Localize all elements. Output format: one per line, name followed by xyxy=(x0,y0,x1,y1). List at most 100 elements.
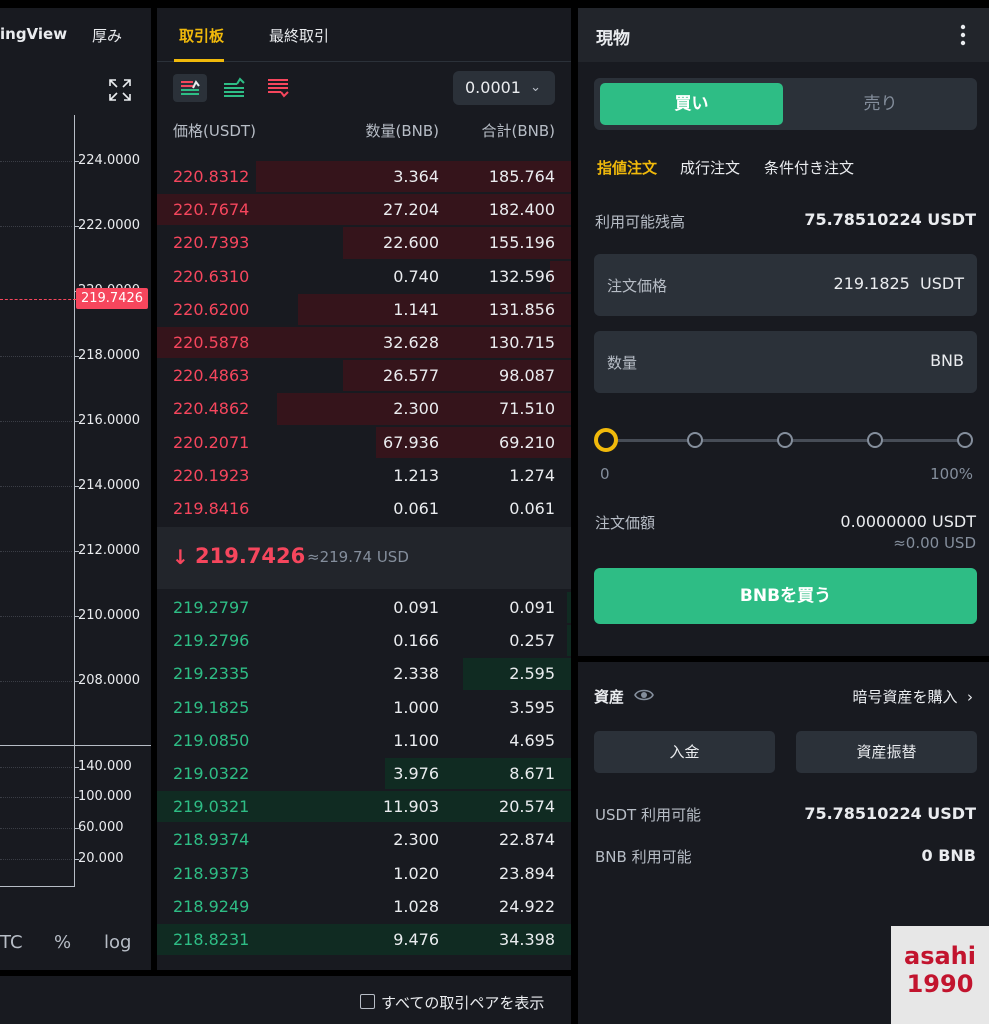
bid-qty: 9.476 xyxy=(393,929,439,949)
buy-bnb-button[interactable]: BNBを買う xyxy=(594,568,977,624)
scale-option-currency[interactable]: TC xyxy=(0,932,23,953)
bid-row[interactable]: 219.0850 1.100 4.695 xyxy=(157,724,571,757)
bid-row[interactable]: 219.1825 1.000 3.595 xyxy=(157,691,571,724)
ask-row[interactable]: 220.7393 22.600 155.196 xyxy=(157,226,571,259)
amount-field[interactable]: 数量 BNB xyxy=(594,331,977,393)
volume-tick: 140.000 xyxy=(78,759,132,774)
bid-row[interactable]: 219.2796 0.166 0.257 xyxy=(157,624,571,657)
order-type-conditional[interactable]: 条件付き注文 xyxy=(764,157,854,178)
bid-row[interactable]: 218.9374 2.300 22.874 xyxy=(157,823,571,856)
ask-row[interactable]: 220.6310 0.740 132.596 xyxy=(157,260,571,293)
bid-price: 218.9374 xyxy=(173,830,250,850)
ask-qty: 1.213 xyxy=(393,465,439,485)
sell-tab[interactable]: 売り xyxy=(789,83,972,125)
spot-trade-panel: 現物 買い 売り 指値注文 成行注文 条件付き注文 利用可能残高 75.7851… xyxy=(578,8,989,656)
bid-qty: 1.000 xyxy=(393,697,439,717)
bid-total: 8.671 xyxy=(509,763,555,783)
bid-total: 2.595 xyxy=(509,664,555,684)
view-bids-button[interactable] xyxy=(217,74,251,102)
ask-row[interactable]: 220.6200 1.141 131.856 xyxy=(157,293,571,326)
scale-option-percent[interactable]: % xyxy=(54,932,71,953)
bid-qty: 2.300 xyxy=(393,830,439,850)
ask-total: 131.856 xyxy=(488,299,555,319)
bnb-available-value: 0 BNB xyxy=(921,846,976,865)
ask-row[interactable]: 220.8312 3.364 185.764 xyxy=(157,160,571,193)
tab-last-trades[interactable]: 最終取引 xyxy=(269,25,329,46)
bid-qty: 1.020 xyxy=(393,863,439,883)
order-type-limit[interactable]: 指値注文 xyxy=(597,157,657,178)
orderbook-tabs: 取引板 最終取引 xyxy=(157,8,571,62)
bid-total: 23.894 xyxy=(499,863,555,883)
chevron-down-icon: ⌄ xyxy=(530,80,541,95)
usdt-available-label: USDT 利用可能 xyxy=(595,806,701,824)
bid-total: 22.874 xyxy=(499,830,555,850)
price-tick: 218.0000 xyxy=(78,348,141,363)
slider-step-50[interactable] xyxy=(777,432,793,448)
deposit-button[interactable]: 入金 xyxy=(594,731,775,773)
bid-qty: 0.091 xyxy=(393,598,439,617)
bid-rows: 219.2797 0.091 0.091 219.2796 0.166 0.257 219.… xyxy=(157,591,571,956)
slider-step-100[interactable] xyxy=(957,432,973,448)
view-asks-button[interactable] xyxy=(261,74,295,102)
bid-row[interactable]: 218.8231 9.476 34.398 xyxy=(157,923,571,956)
slider-knob[interactable] xyxy=(594,428,618,452)
view-both-button[interactable] xyxy=(173,74,207,102)
bid-row[interactable]: 219.0322 3.976 8.671 xyxy=(157,757,571,790)
price-axis-line xyxy=(74,115,75,887)
tab-tradingview[interactable]: ingView xyxy=(0,25,67,43)
available-balance-value: 75.78510224 USDT xyxy=(804,210,976,229)
grid-line xyxy=(0,551,72,552)
ask-qty: 3.364 xyxy=(393,167,439,186)
bid-qty: 11.903 xyxy=(383,797,439,817)
assets-title: 資産 xyxy=(594,688,625,706)
eye-icon[interactable] xyxy=(634,687,654,703)
ask-row[interactable]: 220.5878 32.628 130.715 xyxy=(157,326,571,359)
order-type-market[interactable]: 成行注文 xyxy=(680,157,740,178)
tab-underline xyxy=(174,59,224,62)
grid-line xyxy=(0,859,72,860)
transfer-button[interactable]: 資産振替 xyxy=(796,731,977,773)
buy-tab[interactable]: 買い xyxy=(600,83,783,125)
ask-qty: 26.577 xyxy=(383,366,439,386)
show-all-pairs-checkbox[interactable] xyxy=(360,994,375,1009)
show-all-pairs-label[interactable]: すべての取引ペアを表示 xyxy=(381,992,544,1013)
tab-orderbook[interactable]: 取引板 xyxy=(179,25,224,46)
amount-field-label: 数量 xyxy=(607,354,638,372)
slider-step-25[interactable] xyxy=(687,432,703,448)
volume-pane-divider[interactable] xyxy=(0,745,151,746)
price-field-value: 219.1825 USDT xyxy=(833,274,964,293)
slider-step-75[interactable] xyxy=(867,432,883,448)
price-tick: 222.0000 xyxy=(78,218,141,233)
ask-row[interactable]: 220.7674 27.204 182.400 xyxy=(157,193,571,226)
ask-row[interactable]: 219.8416 0.061 0.061 xyxy=(157,492,571,525)
ask-total: 182.400 xyxy=(488,200,555,220)
tab-depth[interactable]: 厚み xyxy=(92,25,122,46)
ask-row[interactable]: 220.4863 26.577 98.087 xyxy=(157,359,571,392)
bid-row[interactable]: 218.9373 1.020 23.894 xyxy=(157,857,571,890)
ask-total: 98.087 xyxy=(499,366,555,386)
bid-row[interactable]: 219.0321 11.903 20.574 xyxy=(157,790,571,823)
last-price[interactable]: 219.7426 xyxy=(195,544,305,568)
price-tick: 224.0000 xyxy=(78,153,141,168)
bid-total: 20.574 xyxy=(499,797,555,817)
buy-crypto-link[interactable]: 暗号資産を購入 › xyxy=(852,686,973,707)
ask-row[interactable]: 220.1923 1.213 1.274 xyxy=(157,459,571,492)
bid-price: 219.0322 xyxy=(173,763,250,783)
chevron-right-icon: › xyxy=(967,688,973,706)
bid-row[interactable]: 219.2797 0.091 0.091 xyxy=(157,591,571,624)
ask-rows: 220.8312 3.364 185.764 220.7674 27.204 182.40… xyxy=(157,160,571,525)
precision-select[interactable]: 0.0001 ⌄ xyxy=(453,71,555,105)
bid-price: 219.0321 xyxy=(173,797,250,817)
bid-row[interactable]: 219.2335 2.338 2.595 xyxy=(157,657,571,690)
more-vertical-icon[interactable] xyxy=(956,22,970,48)
expand-icon[interactable] xyxy=(108,78,132,102)
last-price-bar: ↓ 219.7426 ≈219.74 USD xyxy=(157,527,571,589)
scale-option-log[interactable]: log xyxy=(104,932,131,953)
grid-line xyxy=(0,486,72,487)
bid-row[interactable]: 218.9249 1.028 24.922 xyxy=(157,890,571,923)
ask-row[interactable]: 220.2071 67.936 69.210 xyxy=(157,426,571,459)
price-field[interactable]: 注文価格 219.1825 USDT xyxy=(594,254,977,316)
ask-total: 1.274 xyxy=(509,465,555,485)
ask-row[interactable]: 220.4862 2.300 71.510 xyxy=(157,392,571,425)
arrow-down-icon: ↓ xyxy=(172,545,189,569)
